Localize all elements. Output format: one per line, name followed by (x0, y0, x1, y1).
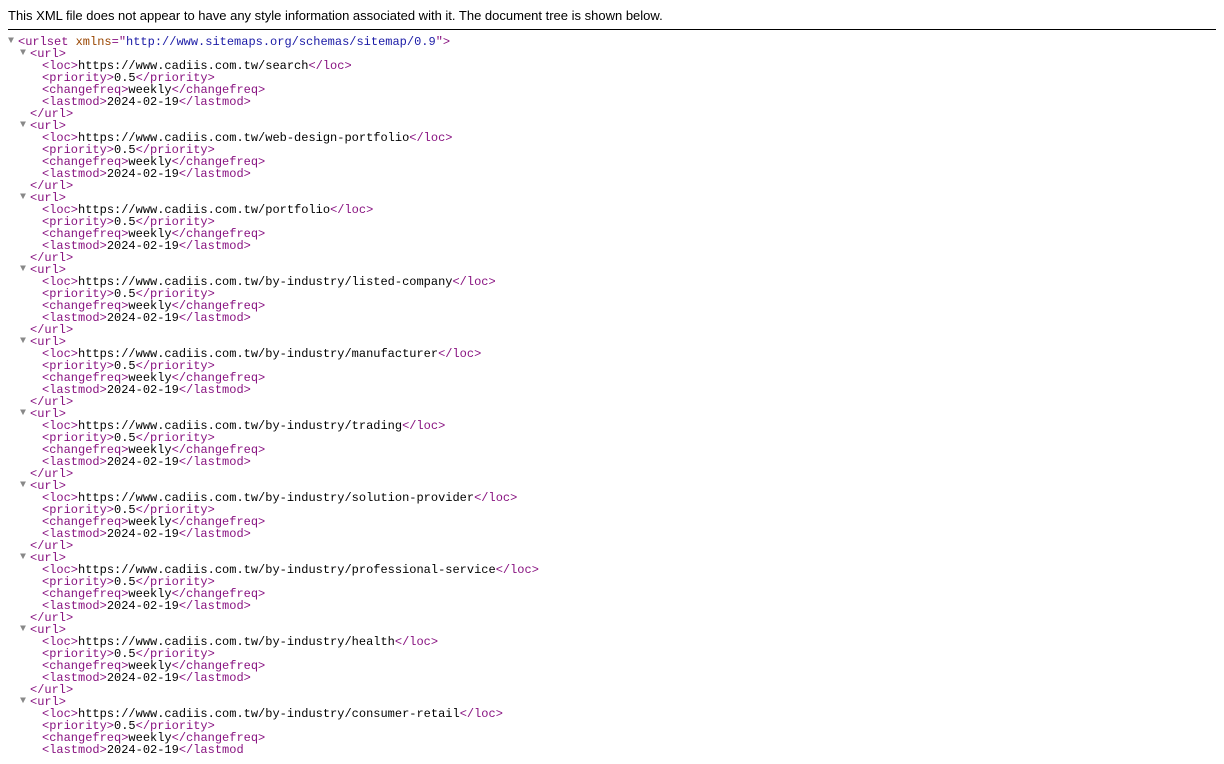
toggle-icon[interactable]: ▼ (20, 265, 30, 275)
url-close[interactable]: </url> (8, 252, 1216, 264)
lastmod-line[interactable]: <lastmod>2024-02-19</lastmod> (8, 600, 1216, 612)
toggle-icon[interactable]: ▼ (8, 37, 18, 47)
url-close[interactable]: </url> (8, 396, 1216, 408)
toggle-icon[interactable]: ▼ (20, 193, 30, 203)
toggle-icon[interactable]: ▼ (20, 337, 30, 347)
toggle-icon[interactable]: ▼ (20, 409, 30, 419)
url-close[interactable]: </url> (8, 684, 1216, 696)
url-close[interactable]: </url> (8, 468, 1216, 480)
lastmod-line[interactable]: <lastmod>2024-02-19</lastmod> (8, 240, 1216, 252)
url-close[interactable]: </url> (8, 108, 1216, 120)
lastmod-line[interactable]: <lastmod>2024-02-19</lastmod> (8, 456, 1216, 468)
lastmod-line[interactable]: <lastmod>2024-02-19</lastmod (8, 744, 1216, 756)
lastmod-line[interactable]: <lastmod>2024-02-19</lastmod> (8, 672, 1216, 684)
xml-no-style-message: This XML file does not appear to have an… (8, 8, 1216, 30)
toggle-icon[interactable]: ▼ (20, 49, 30, 59)
toggle-icon[interactable]: ▼ (20, 553, 30, 563)
root-urlset-open[interactable]: ▼<urlset xmlns="http://www.sitemaps.org/… (8, 36, 1216, 48)
lastmod-line[interactable]: <lastmod>2024-02-19</lastmod> (8, 312, 1216, 324)
lastmod-line[interactable]: <lastmod>2024-02-19</lastmod> (8, 384, 1216, 396)
xml-tree: ▼<urlset xmlns="http://www.sitemaps.org/… (8, 36, 1216, 756)
lastmod-line[interactable]: <lastmod>2024-02-19</lastmod> (8, 96, 1216, 108)
toggle-icon[interactable]: ▼ (20, 697, 30, 707)
toggle-icon[interactable]: ▼ (20, 121, 30, 131)
url-close[interactable]: </url> (8, 324, 1216, 336)
toggle-icon[interactable]: ▼ (20, 481, 30, 491)
url-close[interactable]: </url> (8, 612, 1216, 624)
toggle-icon[interactable]: ▼ (20, 625, 30, 635)
lastmod-line[interactable]: <lastmod>2024-02-19</lastmod> (8, 528, 1216, 540)
url-close[interactable]: </url> (8, 540, 1216, 552)
url-close[interactable]: </url> (8, 180, 1216, 192)
lastmod-line[interactable]: <lastmod>2024-02-19</lastmod> (8, 168, 1216, 180)
